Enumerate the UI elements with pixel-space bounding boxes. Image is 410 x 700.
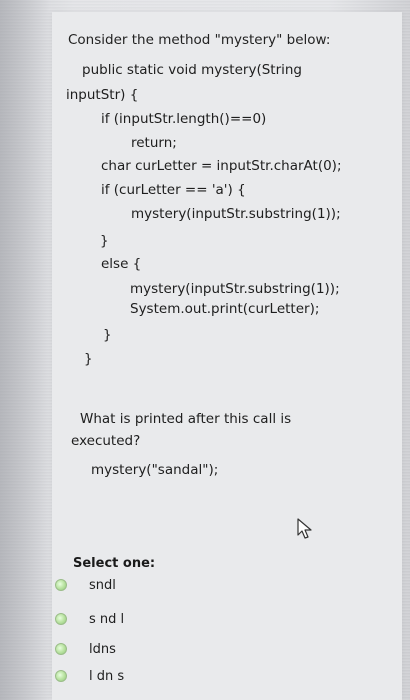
code-line-12: } — [103, 327, 112, 343]
option-label: ldns — [89, 641, 116, 657]
answer-option[interactable]: l dn s — [55, 666, 124, 686]
code-line-10: mystery(inputStr.substring(1)); — [130, 281, 340, 297]
radio-button[interactable] — [55, 613, 67, 625]
prompt-line-1: What is printed after this call is — [80, 411, 292, 427]
radio-button[interactable] — [55, 643, 67, 655]
code-line-5: char curLetter = inputStr.charAt(0); — [101, 158, 342, 174]
code-line-7: mystery(inputStr.substring(1)); — [131, 206, 341, 222]
code-line-11: System.out.print(curLetter); — [130, 301, 320, 317]
code-line-1: public static void mystery(String — [82, 62, 302, 78]
code-line-9: else { — [101, 256, 142, 272]
left-edge-shadow — [0, 0, 50, 700]
answer-option[interactable]: s nd l — [55, 609, 124, 629]
mouse-pointer-icon — [297, 518, 312, 539]
radio-button[interactable] — [55, 579, 67, 591]
code-line-6: if (curLetter == 'a') { — [101, 182, 246, 198]
answer-option[interactable]: sndl — [55, 575, 116, 595]
question-intro: Consider the method "mystery" below: — [68, 32, 331, 48]
option-label: l dn s — [89, 668, 125, 684]
option-label: s nd l — [89, 611, 125, 627]
method-call: mystery("sandal"); — [91, 462, 219, 478]
code-line-2: inputStr) { — [66, 87, 139, 103]
code-line-8: } — [100, 233, 109, 249]
screen: Consider the method "mystery" below: pub… — [0, 0, 410, 700]
code-line-3: if (inputStr.length()==0) — [101, 111, 267, 127]
select-one-label: Select one: — [73, 556, 156, 571]
prompt-line-2: executed? — [71, 433, 141, 449]
radio-button[interactable] — [55, 670, 67, 682]
code-line-4: return; — [131, 135, 177, 151]
answer-option[interactable]: ldns — [55, 639, 116, 659]
option-label: sndl — [89, 577, 116, 593]
code-line-13: } — [84, 351, 93, 367]
